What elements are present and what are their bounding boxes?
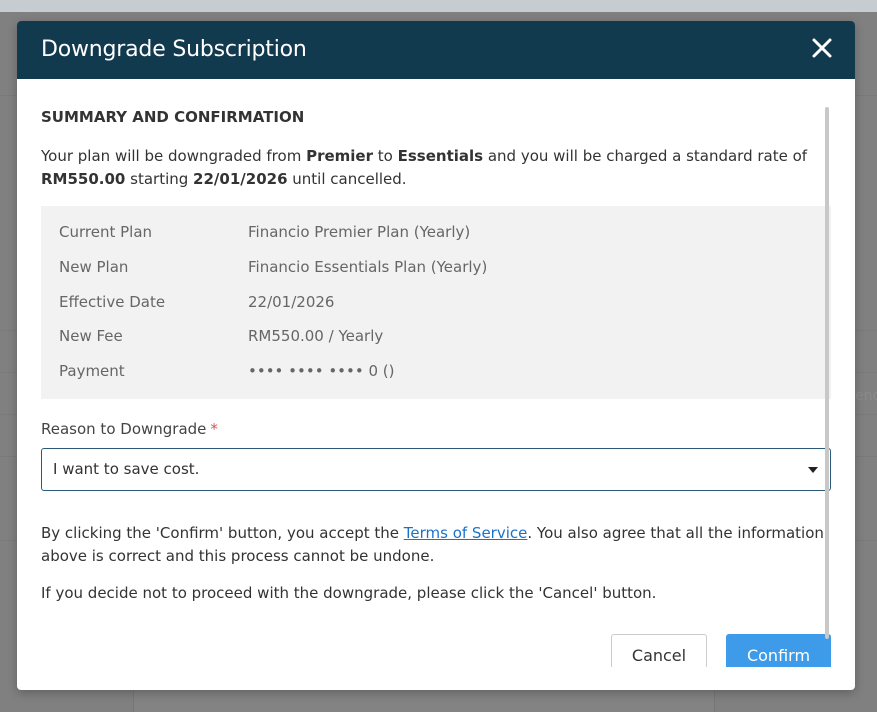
summary-part: and you will be charged a standard rate … — [483, 147, 808, 165]
summary-to-plan: Essentials — [397, 147, 484, 165]
summary-rate: RM550.00 — [41, 170, 126, 188]
close-icon[interactable] — [811, 37, 833, 59]
detail-value: •••• •••• •••• 0 () — [248, 362, 395, 380]
downgrade-modal: Downgrade Subscription SUMMARY AND CONFI… — [17, 21, 855, 690]
detail-row-new-plan: New Plan Financio Essentials Plan (Yearl… — [41, 258, 831, 282]
consent-part: By clicking the 'Confirm' button, you ac… — [41, 524, 404, 542]
reason-select-value: I want to save cost. — [53, 460, 200, 478]
background-text: enc — [855, 388, 877, 404]
confirm-button[interactable]: Confirm — [726, 634, 831, 667]
cancel-button[interactable]: Cancel — [611, 634, 707, 667]
summary-part: to — [373, 147, 398, 165]
detail-label: New Plan — [59, 258, 129, 276]
section-title: SUMMARY AND CONFIRMATION — [41, 108, 305, 126]
background-topbar — [0, 0, 877, 12]
caret-down-icon — [808, 467, 818, 473]
summary-part: Your plan will be downgraded from — [41, 147, 307, 165]
plan-details: Current Plan Financio Premier Plan (Year… — [41, 206, 831, 399]
reason-select[interactable]: I want to save cost. — [41, 448, 831, 491]
reason-label: Reason to Downgrade * — [41, 420, 218, 438]
detail-label: Effective Date — [59, 293, 166, 311]
detail-value: Financio Essentials Plan (Yearly) — [248, 258, 488, 276]
detail-label: New Fee — [59, 327, 123, 345]
detail-label: Payment — [59, 362, 125, 380]
terms-of-service-link[interactable]: Terms of Service — [404, 524, 528, 542]
modal-body: SUMMARY AND CONFIRMATION Your plan will … — [17, 79, 855, 667]
detail-row-effective-date: Effective Date 22/01/2026 — [41, 293, 831, 317]
summary-part: until cancelled. — [287, 170, 407, 188]
detail-value: RM550.00 / Yearly — [248, 327, 384, 345]
required-mark: * — [210, 420, 218, 438]
modal-header: Downgrade Subscription — [17, 21, 855, 79]
detail-label: Current Plan — [59, 223, 153, 241]
modal-title: Downgrade Subscription — [41, 37, 307, 62]
summary-start-date: 22/01/2026 — [193, 170, 288, 188]
detail-value: Financio Premier Plan (Yearly) — [248, 223, 471, 241]
detail-row-new-fee: New Fee RM550.00 / Yearly — [41, 327, 831, 351]
detail-value: 22/01/2026 — [248, 293, 335, 311]
summary-text: Your plan will be downgraded from Premie… — [41, 145, 811, 191]
reason-label-text: Reason to Downgrade — [41, 420, 207, 438]
detail-row-current-plan: Current Plan Financio Premier Plan (Year… — [41, 223, 831, 247]
detail-row-payment: Payment •••• •••• •••• 0 () — [41, 362, 831, 386]
summary-part: starting — [125, 170, 194, 188]
consent-text: By clicking the 'Confirm' button, you ac… — [41, 522, 831, 568]
cancel-note: If you decide not to proceed with the do… — [41, 584, 657, 602]
scrollbar[interactable] — [825, 107, 829, 639]
summary-from-plan: Premier — [306, 147, 373, 165]
